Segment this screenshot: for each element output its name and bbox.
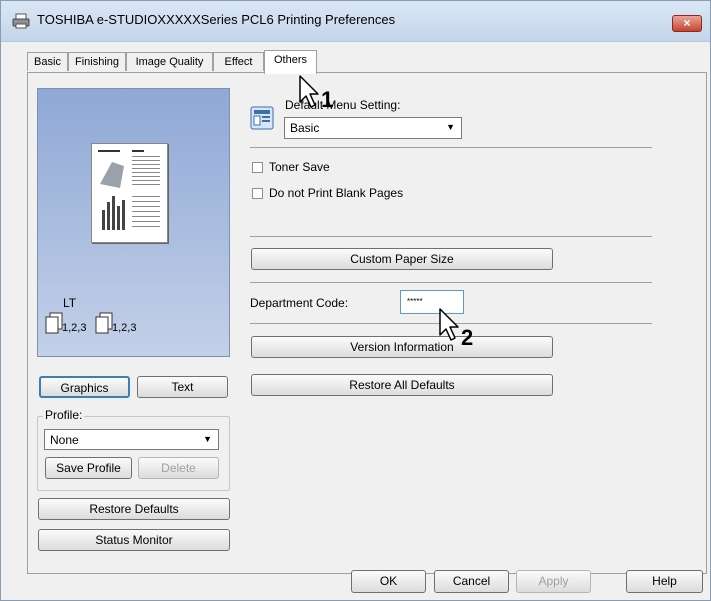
window-title: TOSHIBA e-STUDIOXXXXXSeries PCL6 Printin… <box>37 12 396 27</box>
page-order-a: 1,2,3 <box>62 322 87 334</box>
separator <box>250 282 652 283</box>
toner-save-label: Toner Save <box>269 160 330 174</box>
profile-select-value: None <box>50 433 79 447</box>
preview-page-image <box>91 143 168 243</box>
restore-defaults-button[interactable]: Restore Defaults <box>38 498 230 520</box>
dropdown-arrow-icon: ▼ <box>203 434 212 444</box>
title-bar: TOSHIBA e-STUDIOXXXXXSeries PCL6 Printin… <box>1 1 710 42</box>
delete-profile-button[interactable]: Delete <box>138 457 219 479</box>
paper-size-label: LT <box>63 296 77 310</box>
profile-select[interactable]: None ▼ <box>44 429 219 450</box>
close-button[interactable]: × <box>672 15 702 32</box>
tab-effect[interactable]: Effect <box>213 52 264 71</box>
printing-preferences-window: TOSHIBA e-STUDIOXXXXXSeries PCL6 Printin… <box>0 0 711 601</box>
tab-basic[interactable]: Basic <box>27 52 68 71</box>
mouse-pointer-icon <box>299 75 319 108</box>
graphics-button[interactable]: Graphics <box>39 376 130 398</box>
cancel-button[interactable]: Cancel <box>434 570 509 593</box>
printer-icon <box>12 13 30 29</box>
step-1-marker: 1 <box>321 87 334 112</box>
version-information-button[interactable]: Version Information <box>251 336 553 358</box>
ok-button[interactable]: OK <box>351 570 426 593</box>
help-button[interactable]: Help <box>626 570 703 593</box>
separator <box>250 236 652 237</box>
mouse-pointer-icon <box>439 308 459 341</box>
step-2-marker: 2 <box>461 325 474 350</box>
page-order-b: 1,2,3 <box>112 322 137 334</box>
toner-save-checkbox[interactable] <box>252 162 263 173</box>
default-menu-select[interactable]: Basic ▼ <box>284 117 462 139</box>
tab-image-quality[interactable]: Image Quality <box>126 52 213 71</box>
document-thumbnail-icon <box>98 150 160 230</box>
profile-label: Profile: <box>43 408 85 422</box>
custom-paper-size-button[interactable]: Custom Paper Size <box>251 248 553 270</box>
dropdown-arrow-icon: ▼ <box>446 122 455 132</box>
status-monitor-button[interactable]: Status Monitor <box>38 529 230 551</box>
profile-group <box>37 416 230 491</box>
text-button[interactable]: Text <box>137 376 228 398</box>
tab-finishing[interactable]: Finishing <box>68 52 126 71</box>
default-menu-value: Basic <box>290 121 320 135</box>
save-profile-button[interactable]: Save Profile <box>45 457 132 479</box>
menu-setting-icon <box>250 106 274 130</box>
apply-button[interactable]: Apply <box>516 570 591 593</box>
restore-all-defaults-button[interactable]: Restore All Defaults <box>251 374 553 396</box>
copies-stack-icon <box>45 312 63 334</box>
blank-pages-label: Do not Print Blank Pages <box>269 186 404 200</box>
copies-stack-icon-2 <box>95 312 113 334</box>
separator <box>250 147 652 148</box>
blank-pages-checkbox[interactable] <box>252 188 263 199</box>
tab-others[interactable]: Others <box>264 50 317 74</box>
department-code-label: Department Code: <box>250 296 349 310</box>
